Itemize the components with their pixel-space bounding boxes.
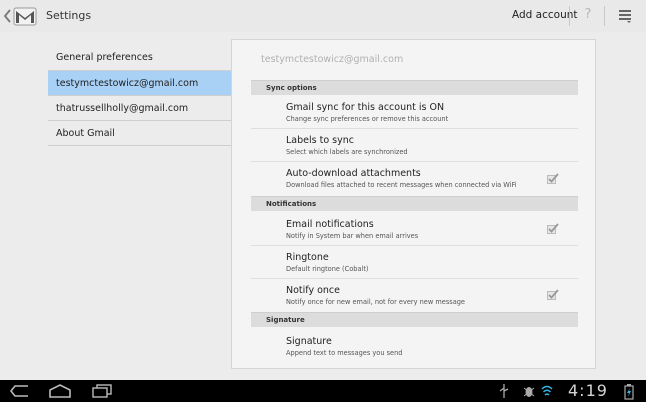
account-email-header: testymctestowicz@gmail.com — [261, 54, 404, 65]
setting-title: Labels to sync — [286, 135, 354, 146]
list-item-account-testymctestowicz[interactable]: testymctestowicz@gmail.com — [48, 71, 231, 96]
setting-title: Email notifications — [286, 219, 374, 230]
setting-auto-download[interactable]: Auto-download attachments Download files… — [251, 162, 578, 196]
setting-labels-to-sync[interactable]: Labels to sync Select which labels are s… — [251, 129, 578, 162]
setting-email-notifications[interactable]: Email notifications Notify in System bar… — [251, 212, 578, 246]
overflow-menu-icon[interactable] — [618, 9, 632, 23]
list-item-account-thatrussellholly[interactable]: thatrussellholly@gmail.com — [48, 96, 231, 121]
setting-title: Auto-download attachments — [286, 168, 421, 179]
setting-summary: Notify once for new email, not for every… — [286, 298, 465, 306]
setting-summary: Default ringtone (Cobalt) — [286, 265, 369, 273]
checkmark-icon[interactable] — [547, 173, 559, 184]
usb-icon — [499, 384, 509, 398]
setting-summary: Select which labels are synchronized — [286, 148, 408, 156]
setting-title: Notify once — [286, 285, 341, 296]
setting-summary: Append text to messages you send — [286, 349, 403, 357]
checkmark-icon[interactable] — [547, 289, 559, 300]
section-header-signature: Signature — [251, 312, 578, 327]
setting-summary: Download files attached to recent messag… — [286, 181, 517, 189]
setting-notify-once[interactable]: Notify once Notify once for new email, n… — [251, 279, 578, 312]
section-header-sync: Sync options — [251, 80, 578, 95]
debug-icon — [523, 387, 535, 397]
recent-apps-icon[interactable] — [90, 383, 114, 399]
system-bar: 4:19 — [0, 380, 646, 402]
wifi-icon — [541, 385, 553, 396]
divider — [569, 6, 570, 26]
setting-title: Signature — [286, 336, 332, 347]
list-item-general-preferences[interactable]: General preferences — [48, 44, 231, 71]
add-account-button[interactable]: Add account — [512, 9, 578, 21]
home-icon[interactable] — [47, 383, 73, 399]
setting-summary: Notify in System bar when email arrives — [286, 232, 419, 240]
checkmark-icon[interactable] — [547, 223, 559, 234]
battery-icon — [624, 384, 634, 400]
setting-summary: Change sync preferences or remove this a… — [286, 115, 449, 123]
divider — [604, 6, 605, 26]
section-header-notifications: Notifications — [251, 196, 578, 211]
setting-gmail-sync[interactable]: Gmail sync for this account is ON Change… — [251, 96, 578, 129]
page-title: Settings — [46, 9, 92, 22]
settings-category-list: General preferences testymctestowicz@gma… — [48, 44, 231, 146]
setting-ringtone[interactable]: Ringtone Default ringtone (Cobalt) — [251, 246, 578, 279]
account-settings-panel: testymctestowicz@gmail.com Sync options … — [231, 39, 596, 369]
back-icon[interactable] — [8, 383, 32, 399]
setting-signature[interactable]: Signature Append text to messages you se… — [251, 328, 578, 362]
setting-title: Ringtone — [286, 252, 329, 263]
clock: 4:19 — [568, 381, 608, 400]
gmail-logo-icon[interactable] — [13, 5, 37, 27]
list-item-about-gmail[interactable]: About Gmail — [48, 121, 231, 146]
action-bar: Settings Add account ? — [0, 0, 646, 32]
back-chevron-icon[interactable] — [2, 8, 12, 24]
setting-title: Gmail sync for this account is ON — [286, 102, 445, 113]
question-icon[interactable]: ? — [578, 7, 598, 25]
